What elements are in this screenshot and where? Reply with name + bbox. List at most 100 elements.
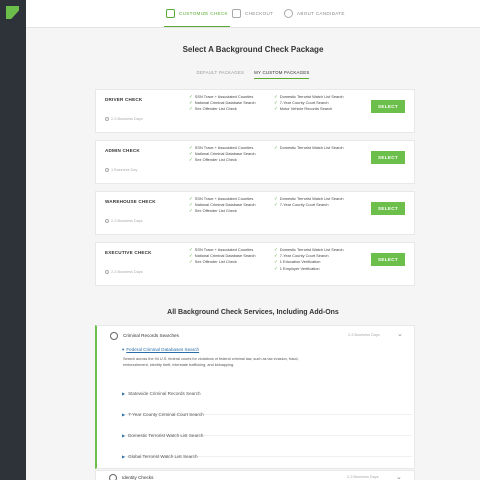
service-group-name: Identity Checks	[122, 475, 154, 480]
select-button[interactable]: SELECT	[371, 100, 405, 113]
service-item-label: Domestic Terrorist Watch List Search	[128, 433, 204, 438]
package-features-col2: ✓ Domestic Terrorist Watch List Search ✓ 7…	[274, 247, 344, 272]
package-tabs: DEFAULT PACKAGES MY CUSTOM PACKAGES	[26, 70, 480, 79]
tab-my-custom-packages[interactable]: MY CUSTOM PACKAGES	[254, 70, 310, 79]
step-nav: CUSTOMIZE CHECK CHECKOUT ABOUT CANDIDATE	[26, 0, 480, 28]
page-title: Select A Background Check Package	[182, 45, 324, 54]
days-text: 1 Business Day	[111, 168, 138, 172]
check-icon: ✓	[274, 145, 278, 150]
step-label: CHECKOUT	[245, 11, 274, 16]
package-features-col1: ✓ SSN Trace + Associated Counties ✓ Nation…	[189, 247, 256, 266]
feature-item: ✓ Motor Vehicle Records Search	[274, 106, 333, 112]
clock-icon	[105, 219, 109, 223]
step-checkout[interactable]: CHECKOUT	[232, 9, 273, 18]
check-icon: ✓	[274, 253, 278, 259]
step-about-candidate[interactable]: ABOUT CANDIDATE	[284, 9, 345, 18]
feature-item: ✓ Sex Offender List Check	[189, 259, 237, 265]
checkout-icon	[232, 9, 241, 18]
service-group-identity[interactable]: Identity Checks 2-3 Business Days ⌄	[95, 470, 415, 480]
check-icon: ✓	[189, 157, 193, 163]
triangle-right-icon: ▶	[122, 412, 126, 417]
service-group-days: 2-3 Business Days	[347, 475, 379, 479]
clock-icon	[105, 168, 109, 172]
service-item-label: Global Terrorist Watch List Search	[128, 454, 198, 459]
chevron-down-icon[interactable]: ⌄	[396, 473, 402, 480]
feature-item: ✓ 1 Employer Verification	[274, 265, 320, 271]
tab-default-packages[interactable]: DEFAULT PACKAGES	[197, 70, 245, 79]
service-item-description: Search across the 94 U.S. federal courts…	[123, 357, 299, 367]
service-item-label: 7-Year County Criminal Court Search	[128, 412, 204, 417]
package-features-col1: ✓ SSN Trace + Associated Counties ✓ Nation…	[189, 145, 256, 164]
app-sidebar	[0, 0, 26, 480]
package-name: WAREHOUSE CHECK	[105, 199, 156, 204]
package-name: ADMIN CHECK	[105, 148, 140, 153]
package-features-col2: ✓ Domestic Terrorist Watch List Search ✓ 7…	[274, 94, 344, 113]
step-label: ABOUT CANDIDATE	[297, 11, 345, 16]
package-days: 1 Business Day	[105, 168, 137, 172]
triangle-right-icon: ▶	[122, 391, 126, 396]
days-text: 2-3 Business Days	[111, 117, 143, 121]
feature-item: ✓ 7-Year County Court Search	[274, 202, 329, 208]
check-icon: ✓	[274, 202, 278, 208]
check-icon: ✓	[274, 265, 278, 271]
package-card-warehouse: WAREHOUSE CHECK 2-3 Business Days ✓ SSN T…	[95, 191, 415, 235]
check-icon: ✓	[189, 202, 193, 208]
package-days: 2-3 Business Days	[105, 117, 143, 121]
check-icon: ✓	[189, 151, 193, 157]
step-customize-check[interactable]: CUSTOMIZE CHECK	[164, 9, 230, 27]
feature-item: ✓ Sex Offender List Check	[189, 157, 237, 163]
clock-icon	[105, 117, 109, 121]
triangle-right-icon: ▶	[122, 433, 126, 438]
check-icon: ✓	[274, 247, 278, 252]
package-name: EXECUTIVE CHECK	[105, 250, 152, 255]
package-name: DRIVER CHECK	[105, 97, 143, 102]
triangle-down-icon: ▾	[122, 347, 125, 352]
package-card-executive: EXECUTIVE CHECK 2-3 Business Days ✓ SSN T…	[95, 242, 415, 286]
feature-item: ✓ Sex Offender List Check	[189, 208, 237, 214]
check-icon: ✓	[189, 208, 193, 214]
check-icon: ✓	[189, 247, 193, 252]
select-button[interactable]: SELECT	[371, 202, 405, 215]
select-button[interactable]: SELECT	[371, 253, 405, 266]
check-icon: ✓	[274, 196, 278, 201]
service-group-criminal: Criminal Records Searches 2-3 Business D…	[95, 325, 415, 469]
package-features-col1: ✓ SSN Trace + Associated Counties ✓ Nation…	[189, 94, 256, 113]
package-features-col2: ✓ Domestic Terrorist Watch List Search	[274, 145, 344, 151]
chevron-up-icon[interactable]: ⌄	[397, 330, 403, 338]
brand-logo-icon[interactable]	[6, 6, 19, 19]
check-icon: ✓	[189, 253, 193, 259]
days-text: 2-3 Business Days	[111, 219, 143, 223]
service-item-label: Statewide Criminal Records Search	[128, 391, 201, 396]
services-section-title: All Background Check Services, Including…	[167, 309, 339, 316]
service-item-label: Federal Criminal Databases Search	[126, 347, 200, 352]
user-icon	[284, 9, 293, 18]
package-features-col2: ✓ Domestic Terrorist Watch List Search ✓ 7…	[274, 196, 344, 208]
scales-icon	[110, 332, 118, 340]
id-card-icon	[109, 474, 117, 480]
step-label: CUSTOMIZE CHECK	[179, 11, 228, 16]
check-icon: ✓	[274, 100, 278, 106]
check-icon: ✓	[274, 94, 278, 99]
check-icon: ✓	[274, 106, 278, 112]
check-icon: ✓	[189, 106, 193, 112]
feature-item: ✓ Domestic Terrorist Watch List Search	[274, 145, 344, 150]
feature-item: ✓ Sex Offender List Check	[189, 106, 237, 112]
customize-icon	[166, 9, 175, 18]
check-icon: ✓	[189, 196, 193, 201]
package-days: 2-3 Business Days	[105, 270, 143, 274]
check-icon: ✓	[189, 259, 193, 265]
package-days: 2-3 Business Days	[105, 219, 143, 223]
service-item-expanded[interactable]: ▾ Federal Criminal Databases Search	[122, 347, 199, 353]
days-text: 2-3 Business Days	[111, 270, 143, 274]
clock-icon	[105, 270, 109, 274]
main-content: CUSTOMIZE CHECK CHECKOUT ABOUT CANDIDATE…	[26, 0, 480, 480]
service-group-name: Criminal Records Searches	[123, 333, 179, 338]
check-icon: ✓	[189, 145, 193, 150]
triangle-right-icon: ▶	[122, 454, 126, 459]
select-button[interactable]: SELECT	[371, 151, 405, 164]
check-icon: ✓	[189, 100, 193, 106]
package-card-admin: ADMIN CHECK 1 Business Day ✓ SSN Trace + …	[95, 140, 415, 184]
service-group-days: 2-3 Business Days	[348, 333, 380, 337]
check-icon: ✓	[274, 259, 278, 265]
service-group-header[interactable]: Criminal Records Searches 2-3 Business D…	[97, 326, 415, 346]
